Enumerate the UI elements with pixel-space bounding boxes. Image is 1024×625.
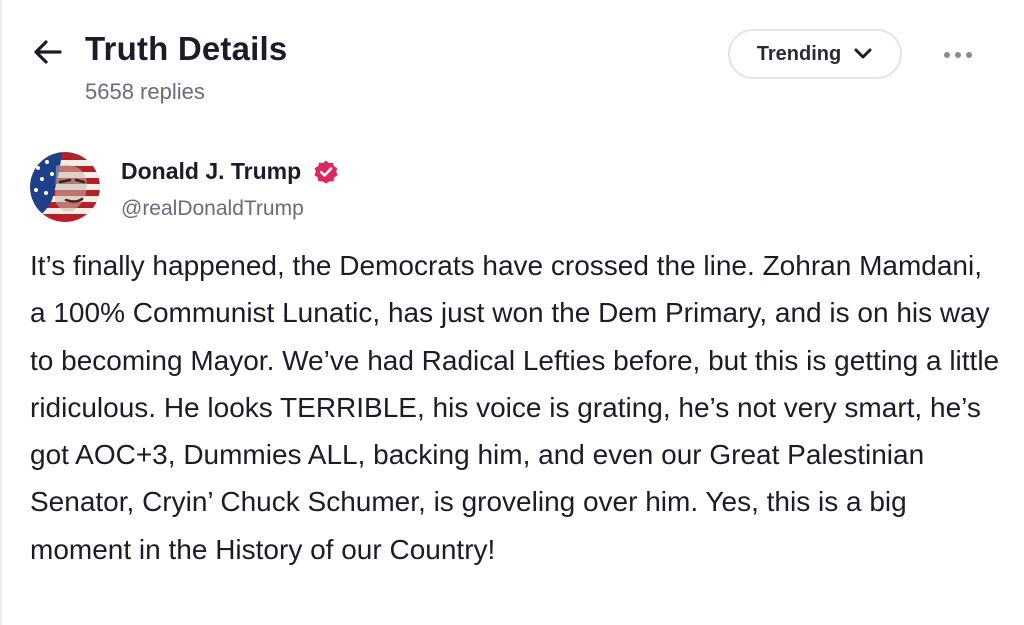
sort-dropdown[interactable]: Trending <box>728 29 902 79</box>
page-title: Truth Details <box>85 30 288 67</box>
more-horizontal-icon <box>944 52 972 58</box>
author-handle[interactable]: @realDonaldTrump <box>121 197 304 221</box>
back-button[interactable] <box>30 34 66 70</box>
avatar[interactable] <box>30 152 100 222</box>
arrow-left-icon <box>34 40 62 64</box>
author-name[interactable]: Donald J. Trump <box>121 158 301 185</box>
chevron-down-icon <box>854 48 872 59</box>
reply-count: 5658 replies <box>85 79 205 104</box>
more-options-button[interactable] <box>936 42 980 68</box>
page-header: Truth Details 5658 replies Trending <box>0 0 1024 130</box>
sort-dropdown-label: Trending <box>756 42 842 65</box>
post-text: It’s finally happened, the Democrats hav… <box>30 250 1000 565</box>
verified-badge-icon <box>314 160 338 184</box>
